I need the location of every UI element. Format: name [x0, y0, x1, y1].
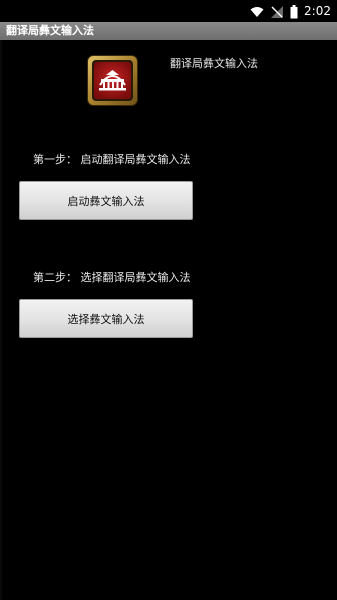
step-two-label: 第二步： 选择翻译局彝文输入法 — [33, 271, 191, 284]
bridge-logo-icon — [87, 55, 138, 106]
app-name-label: 翻译局彝文输入法 — [170, 57, 258, 70]
left-border — [0, 40, 2, 600]
battery-icon — [290, 4, 298, 19]
select-input-method-button[interactable]: 选择彝文输入法 — [19, 299, 193, 338]
title-bar: 翻译局彝文输入法 — [0, 22, 337, 40]
app-screen: 2:02 翻译局彝文输入法 翻译局彝文输入法 第一步： 启动翻译局彝文输入法 启… — [0, 0, 337, 600]
signal-icon — [270, 4, 284, 18]
status-bar: 2:02 — [0, 0, 337, 22]
start-input-method-button[interactable]: 启动彝文输入法 — [19, 181, 193, 220]
step-one-label: 第一步： 启动翻译局彝文输入法 — [33, 153, 191, 166]
app-title: 翻译局彝文输入法 — [6, 24, 94, 37]
wifi-icon — [250, 4, 264, 18]
status-time: 2:02 — [304, 4, 331, 18]
status-icons: 2:02 — [250, 3, 331, 19]
